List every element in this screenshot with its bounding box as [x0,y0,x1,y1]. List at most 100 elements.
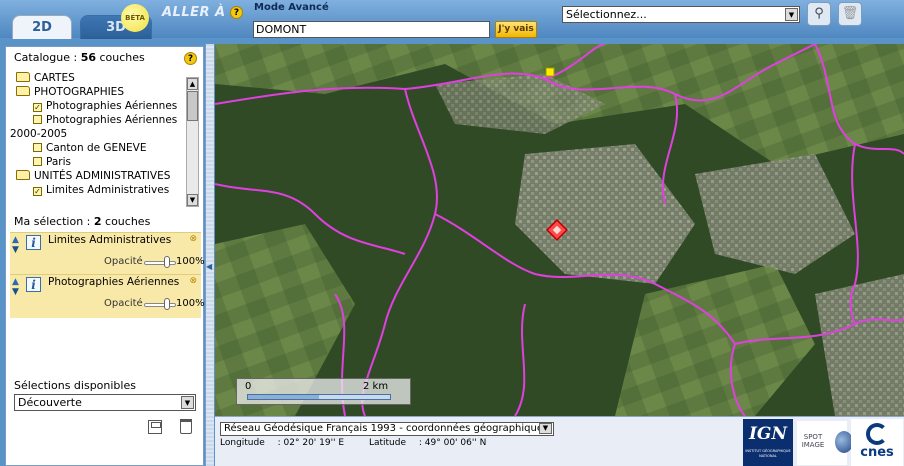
opacity-slider-track[interactable] [144,261,176,265]
tree-layer-geneve[interactable]: Canton de GENEVE [10,141,185,155]
trash-icon: 🗑 [841,6,859,21]
arrow-down-icon[interactable]: ▼ [12,245,22,255]
projection-select[interactable]: Réseau Géodésique Français 1993 - coordo… [220,422,554,436]
checkbox-checked[interactable]: ✓ [33,187,42,196]
status-bar: Réseau Géodésique Français 1993 - coordo… [215,416,904,466]
catalog-count: 56 [80,51,96,64]
cnes-logo[interactable]: cnes [851,419,903,466]
pushpin-button[interactable]: ⚲ [807,2,831,26]
layers-panel: Catalogue : 56 couches ? CARTES PHOTOGRA… [5,46,205,466]
opacity-slider-track[interactable] [144,303,176,307]
tree-label: Canton de GENEVE [46,142,147,154]
longitude-label: Longitude [220,438,265,448]
selection-header: Ma sélection : 2 couches [6,215,203,228]
cnes-logo-text: cnes [860,445,894,460]
available-selections-label: Sélections disponibles [14,379,136,392]
bookmark-select-value: Sélectionnez... [566,8,647,21]
tree-layer-photos-2000-2005[interactable]: Photographies Aériennes 2000-2005 [10,113,185,141]
checkbox[interactable] [33,157,42,166]
tree-label: PHOTOGRAPHIES [34,86,124,98]
tree-layer-paris[interactable]: Paris [10,155,185,169]
tree-layer-limites-admin[interactable]: ✓ Limites Administratives [10,183,185,197]
top-toolbar: 2D 3D BÉTA ALLER À ? Mode Avancé DOMONT … [0,0,904,39]
scale-end-label: 2 km [363,381,389,392]
catalog-scrollbar[interactable]: ▲ ▼ [186,77,199,207]
cnes-mark-icon [866,423,888,445]
checkbox-checked[interactable]: ✓ [33,103,42,112]
tree-layer-photos-aeriennes[interactable]: ✓ Photographies Aériennes [10,99,185,113]
chevron-down-icon[interactable]: ▼ [539,423,552,434]
opacity-value: 100% [176,256,205,267]
place-search-input[interactable]: DOMONT [253,21,490,38]
selected-layer-limites: ▲ ▼ i Limites Administratives ⊗ Opacité 1… [10,232,205,276]
opacity-slider-handle[interactable] [164,298,170,310]
checkbox[interactable] [33,115,42,124]
remove-layer-icon[interactable]: ⊗ [189,276,197,286]
arrow-down-icon[interactable]: ▼ [12,287,22,297]
catalog-label-suffix: couches [96,51,145,64]
tree-folder-photographies[interactable]: PHOTOGRAPHIES [10,85,185,99]
folder-icon [16,72,30,82]
aerial-map[interactable] [215,44,904,416]
goto-label: ALLER À [162,5,226,20]
arrow-up-icon[interactable]: ▲ [12,277,22,287]
tree-folder-unites-admin[interactable]: UNITÉS ADMINISTRATIVES [10,169,185,183]
opacity-slider-handle[interactable] [164,256,170,268]
selected-layer-photos: ▲ ▼ i Photographies Aériennes ⊗ Opacité 1… [10,274,205,318]
tree-label: CARTES [34,72,75,84]
tree-label: Paris [46,156,71,168]
ign-logo-subtext: INSTITUT GÉOGRAPHIQUE NATIONAL [745,449,791,458]
available-selection-value: Découverte [18,396,82,409]
opacity-label: Opacité [104,298,143,309]
poi-marker[interactable] [545,67,555,77]
bookmark-select[interactable]: Sélectionnez... ▼ [562,6,800,23]
reorder-arrows[interactable]: ▲ ▼ [12,235,22,255]
checkbox[interactable] [33,143,42,152]
trash-icon[interactable] [180,419,192,434]
spot-logo-text: SPOT IMAGE [801,433,825,449]
map-view[interactable] [215,44,904,416]
catalog-header: Catalogue : 56 couches ? [6,51,203,65]
available-selections-select[interactable]: Découverte ▼ [14,394,196,411]
ign-logo-text: IGN [748,424,787,444]
tree-folder-cartes[interactable]: CARTES [10,71,185,85]
save-icon[interactable] [148,420,162,434]
pushpin-icon: ⚲ [814,6,824,21]
scroll-down-icon[interactable]: ▼ [187,194,198,206]
help-icon[interactable]: ? [230,6,243,19]
latitude-label: Latitude [368,438,407,448]
scale-start-label: 0 [245,381,252,392]
panel-splitter[interactable] [205,44,214,466]
folder-icon [16,86,30,96]
advanced-mode-link[interactable]: Mode Avancé [254,2,329,13]
spot-image-logo[interactable]: SPOT IMAGE [797,421,853,465]
beta-badge: BÉTA [121,4,149,32]
opacity-value: 100% [176,298,205,309]
info-icon[interactable]: i [26,235,41,250]
tree-label: Limites Administratives [46,184,170,196]
layer-name: Photographies Aériennes [48,276,180,288]
chevron-down-icon[interactable]: ▼ [181,396,194,409]
go-button[interactable]: J'y vais [495,21,537,38]
catalog-label: Catalogue : [14,51,81,64]
tab-2d[interactable]: 2D [12,15,72,39]
info-icon[interactable]: i [26,277,41,292]
catalog-tree: CARTES PHOTOGRAPHIES ✓ Photographies Aéri… [10,71,185,205]
selection-label: Ma sélection : [14,215,94,228]
projection-value: Réseau Géodésique Français 1993 - coordo… [224,423,549,434]
selection-count: 2 [93,215,102,228]
ign-logo[interactable]: IGN INSTITUT GÉOGRAPHIQUE NATIONAL [743,419,793,466]
scroll-thumb[interactable] [187,91,198,121]
remove-layer-icon[interactable]: ⊗ [189,234,197,244]
delete-button[interactable]: 🗑 [838,2,862,26]
help-icon[interactable]: ? [184,52,197,65]
folder-icon [16,170,30,180]
scroll-up-icon[interactable]: ▲ [187,78,198,90]
reorder-arrows[interactable]: ▲ ▼ [12,277,22,297]
chevron-down-icon[interactable]: ▼ [785,8,798,21]
collapse-panel-icon[interactable]: ◀ [206,262,212,271]
arrow-up-icon[interactable]: ▲ [12,235,22,245]
opacity-label: Opacité [104,256,143,267]
coordinates-readout: Longitude : 02° 20' 19'' E Latitude : 49… [220,438,496,448]
longitude-value: : 02° 20' 19'' E [277,438,345,448]
